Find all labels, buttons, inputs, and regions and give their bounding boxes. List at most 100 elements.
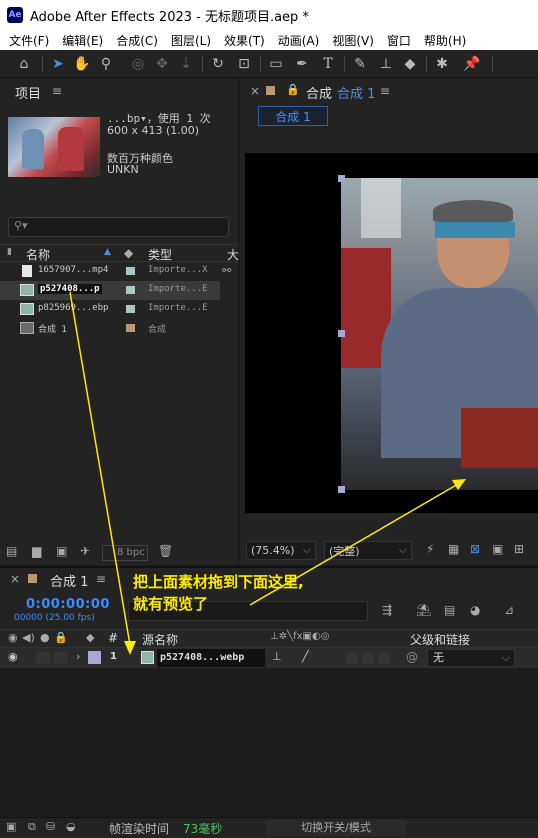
- lock-icon[interactable]: 🔒: [54, 631, 68, 644]
- menu-help[interactable]: 帮助(H): [424, 32, 466, 49]
- label-column-icon[interactable]: ◆: [86, 631, 94, 644]
- bpc-toggle[interactable]: 8 bpc: [102, 545, 148, 561]
- sort-ascending-icon[interactable]: ▲: [104, 247, 111, 257]
- trash-icon[interactable]: 🗑: [158, 544, 173, 558]
- col-type[interactable]: 类型: [148, 246, 172, 263]
- menu-animation[interactable]: 动画(A): [278, 32, 320, 49]
- project-search-input[interactable]: ⚲▾: [8, 217, 229, 237]
- panel-menu-icon[interactable]: ≡: [96, 572, 106, 586]
- timeline-tab[interactable]: 合成 1: [50, 571, 88, 590]
- composition-link[interactable]: 合成 1: [337, 83, 375, 102]
- hand-tool-icon[interactable]: ✋: [72, 54, 92, 74]
- lock-box[interactable]: [53, 652, 67, 664]
- resolution-dropdown[interactable]: (完整) ⌵: [324, 541, 412, 560]
- col-name[interactable]: 名称: [26, 246, 50, 263]
- transform-handle[interactable]: [338, 330, 345, 337]
- label-swatch[interactable]: [126, 324, 135, 332]
- graph-editor-icon[interactable]: ⊿: [504, 603, 514, 617]
- col-parent[interactable]: 父级和链接: [410, 631, 470, 648]
- preview-image[interactable]: [341, 178, 538, 490]
- clone-stamp-icon[interactable]: ⊥: [376, 54, 396, 74]
- col-source-name[interactable]: 源名称: [142, 631, 178, 648]
- parent-dropdown[interactable]: 无 ⌵: [427, 649, 515, 667]
- home-icon[interactable]: ⌂: [14, 54, 34, 74]
- rectangle-tool-icon[interactable]: ▭: [266, 54, 286, 74]
- transfer-controls-icon[interactable]: ⧉: [28, 820, 36, 834]
- composition-flowchart-icon[interactable]: ⇶: [382, 603, 392, 617]
- solo-box[interactable]: [36, 652, 50, 664]
- parent-pickwhip-icon[interactable]: @: [406, 650, 418, 664]
- layer-name[interactable]: p527408...webp: [157, 649, 265, 667]
- puppet-pin-icon[interactable]: 📌: [462, 54, 482, 74]
- transform-handle[interactable]: [338, 175, 345, 182]
- layer-area-empty[interactable]: [0, 668, 538, 817]
- project-item[interactable]: p825969...ebp Importe...E: [0, 300, 220, 319]
- roto-brush-icon[interactable]: ✱: [432, 54, 452, 74]
- adjust-settings-icon[interactable]: ✈: [80, 544, 90, 558]
- zoom-dropdown[interactable]: (75.4%) ⌵: [246, 541, 316, 560]
- label-swatch[interactable]: [126, 267, 135, 275]
- solo-icon[interactable]: ●: [40, 631, 50, 644]
- switch-box[interactable]: [346, 652, 358, 664]
- menu-composition[interactable]: 合成(C): [116, 32, 158, 49]
- shy-icon[interactable]: ⊥: [272, 650, 282, 663]
- selection-tool-icon[interactable]: ➤: [48, 54, 68, 74]
- mask-visibility-icon[interactable]: ⊠: [470, 542, 480, 556]
- menu-view[interactable]: 视图(V): [332, 32, 374, 49]
- brush-tool-icon[interactable]: ✎: [350, 54, 370, 74]
- switches-icons[interactable]: ⊥✲╲fx▣◐◎: [270, 631, 329, 642]
- menu-window[interactable]: 窗口: [387, 32, 411, 49]
- motion-blur-icon[interactable]: ◕: [470, 603, 480, 617]
- menu-edit[interactable]: 编辑(E): [62, 32, 103, 49]
- pen-tool-icon[interactable]: ✒: [292, 54, 312, 74]
- type-tool-icon[interactable]: T: [318, 54, 338, 74]
- video-switch-icon[interactable]: ◉: [8, 631, 18, 644]
- interpret-footage-icon[interactable]: ▤: [6, 544, 17, 558]
- audio-switch-icon[interactable]: ◀): [22, 631, 35, 644]
- tag-column-icon[interactable]: ◆: [124, 246, 133, 260]
- menu-effect[interactable]: 效果(T): [224, 32, 265, 49]
- new-folder-icon[interactable]: ▆: [32, 544, 41, 558]
- switch-box[interactable]: [378, 652, 390, 664]
- timecode-display[interactable]: 0:00:00:00: [26, 597, 110, 612]
- label-swatch[interactable]: [126, 305, 135, 313]
- grid-guides-icon[interactable]: ⊞: [514, 542, 524, 556]
- project-item[interactable]: 1657907...mp4 Importe...X ⚯: [0, 262, 231, 281]
- toggle-switches-modes[interactable]: 切换开关/模式: [266, 820, 406, 836]
- rotate-tool-icon[interactable]: ↻: [208, 54, 228, 74]
- project-item[interactable]: 合成 1 合成: [0, 319, 220, 338]
- lock-icon[interactable]: 🔒: [286, 83, 300, 96]
- layer-switches-icon[interactable]: ▣: [6, 820, 16, 833]
- anchor-tool-icon[interactable]: ⊡: [234, 54, 254, 74]
- eraser-tool-icon[interactable]: ◆: [400, 54, 420, 74]
- transform-handle[interactable]: [338, 486, 345, 493]
- eye-icon[interactable]: ◉: [8, 650, 18, 663]
- dolly-camera-icon[interactable]: ⇣: [176, 54, 196, 74]
- menu-layer[interactable]: 图层(L): [171, 32, 211, 49]
- pan-camera-icon[interactable]: ✥: [152, 54, 172, 74]
- fast-preview-icon[interactable]: ⚡: [426, 542, 434, 556]
- render-time-icon[interactable]: ◒: [66, 820, 76, 833]
- layer-label-swatch[interactable]: [88, 651, 101, 664]
- label-swatch[interactable]: [126, 286, 135, 294]
- frame-blending-icon[interactable]: ▤: [444, 603, 455, 617]
- new-composition-icon[interactable]: ▣: [56, 544, 67, 558]
- switch-box[interactable]: [362, 652, 374, 664]
- project-item-selected[interactable]: p527408...p Importe...E: [0, 281, 220, 300]
- panel-menu-icon[interactable]: ≡: [52, 84, 62, 98]
- close-icon[interactable]: ×: [10, 572, 20, 586]
- draft-3d-icon[interactable]: ⛱: [416, 603, 431, 617]
- viewer-tab[interactable]: 合成 1: [258, 106, 328, 126]
- region-of-interest-icon[interactable]: ▣: [492, 542, 503, 556]
- close-icon[interactable]: ×: [250, 84, 260, 98]
- col-size[interactable]: 大: [227, 246, 239, 263]
- layer-row[interactable]: ◉ › 1 p527408...webp ⊥ ╱ @ 无 ⌵: [0, 648, 538, 668]
- expand-chevron-icon[interactable]: ›: [76, 650, 80, 663]
- transparency-grid-icon[interactable]: ▦: [448, 542, 459, 556]
- zoom-tool-icon[interactable]: ⚲: [96, 54, 116, 74]
- orbit-camera-icon[interactable]: ◎: [128, 54, 148, 74]
- in-out-icon[interactable]: ⛁: [46, 820, 55, 833]
- quality-icon[interactable]: ╱: [302, 650, 309, 663]
- panel-menu-icon[interactable]: ≡: [380, 84, 390, 98]
- menu-file[interactable]: 文件(F): [9, 32, 49, 49]
